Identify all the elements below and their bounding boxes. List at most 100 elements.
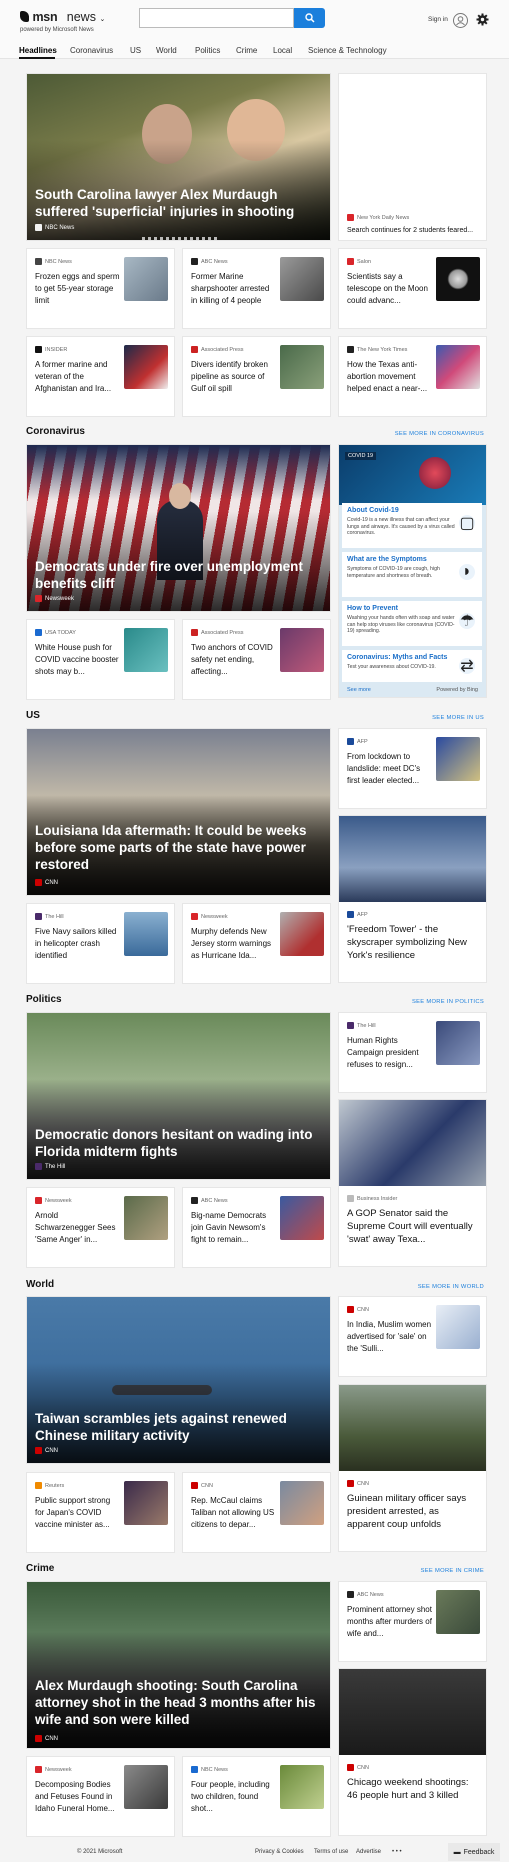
avatar-icon[interactable] (453, 13, 468, 28)
card-title[interactable]: Decomposing Bodies and Fetuses Found in … (35, 1779, 120, 1815)
card-title[interactable]: Five Navy sailors killed in helicopter c… (35, 926, 120, 962)
nav-coronavirus[interactable]: Coronavirus (70, 46, 113, 55)
see-more-world[interactable]: SEE MORE IN WORLD (380, 1284, 484, 1290)
hero-title[interactable]: South Carolina lawyer Alex Murdaugh suff… (35, 186, 322, 220)
world-side-card[interactable]: CNN Guinean military officer says presid… (338, 1384, 487, 1552)
news-card[interactable]: NBC News Frozen eggs and sperm to get 55… (26, 248, 175, 329)
card-title[interactable]: Two anchors of COVID safety net ending, … (191, 642, 276, 678)
hero-title[interactable]: Louisiana Ida aftermath: It could be wee… (35, 822, 322, 873)
search-button[interactable] (294, 8, 325, 28)
covid-row[interactable]: About Covid-19 Covid-19 is a new illness … (342, 503, 482, 548)
covid-row[interactable]: What are the Symptoms Symptoms of COVID-1… (342, 552, 482, 597)
news-card[interactable]: ABC News Prominent attorney shot months … (338, 1581, 487, 1662)
sign-in-link[interactable]: Sign in (428, 16, 448, 23)
card-title[interactable]: Search continues for 2 students feared..… (347, 227, 473, 234)
symptoms-icon: ◗ (459, 563, 475, 580)
source-icon (347, 1480, 354, 1487)
card-title[interactable]: Frozen eggs and sperm to get 55-year sto… (35, 271, 120, 307)
covid-see-more[interactable]: See more (347, 687, 371, 693)
search-input[interactable] (139, 8, 294, 28)
politics-side-card[interactable]: Business Insider A GOP Senator said the … (338, 1099, 487, 1267)
see-more-crime[interactable]: SEE MORE IN CRIME (390, 1568, 484, 1574)
card-title[interactable]: Former Marine sharpshooter arrested in k… (191, 271, 276, 307)
nav-us[interactable]: US (130, 46, 141, 55)
news-card[interactable]: Salon Scientists say a telescope on the … (338, 248, 487, 329)
card-title[interactable]: Human Rights Campaign president refuses … (347, 1035, 432, 1071)
nav-world[interactable]: World (156, 46, 177, 55)
us-hero-card[interactable]: Louisiana Ida aftermath: It could be wee… (26, 728, 331, 896)
source-icon (35, 258, 42, 265)
card-title[interactable]: A former marine and veteran of the Afgha… (35, 359, 120, 395)
card-title[interactable]: Big-name Democrats join Gavin Newsom's f… (191, 1210, 276, 1246)
hero-title[interactable]: Democratic donors hesitant on wading int… (35, 1126, 322, 1160)
news-card[interactable]: NBC News Four people, including two chil… (182, 1756, 331, 1837)
hero-title[interactable]: Taiwan scrambles jets against renewed Ch… (35, 1410, 322, 1444)
hero-title[interactable]: Democrats under fire over unemployment b… (35, 558, 322, 592)
news-card[interactable]: Newsweek Decomposing Bodies and Fetuses … (26, 1756, 175, 1837)
footer-more-button[interactable]: • • • (392, 1849, 402, 1855)
card-title[interactable]: 'Freedom Tower' - the skyscraper symboli… (347, 923, 479, 962)
news-card[interactable]: USA TODAY White House push for COVID vac… (26, 619, 175, 700)
see-more-coronavirus[interactable]: SEE MORE IN CORONAVIRUS (380, 431, 484, 437)
card-title[interactable]: How the Texas anti-abortion movement hel… (347, 359, 432, 395)
us-side-card[interactable]: AFP 'Freedom Tower' - the skyscraper sym… (338, 815, 487, 983)
covid-row[interactable]: How to Prevent Washing your hands often w… (342, 601, 482, 646)
see-more-us[interactable]: SEE MORE IN US (400, 715, 484, 721)
card-photo (339, 1100, 486, 1186)
crime-hero-card[interactable]: Alex Murdaugh shooting: South Carolina a… (26, 1581, 331, 1749)
news-card[interactable]: CNN Rep. McCaul claims Taliban not allow… (182, 1472, 331, 1553)
news-card[interactable]: The Hill Five Navy sailors killed in hel… (26, 903, 175, 984)
world-hero-card[interactable]: Taiwan scrambles jets against renewed Ch… (26, 1296, 331, 1464)
nav-local[interactable]: Local (273, 46, 292, 55)
footer-link-advertise[interactable]: Advertise (356, 1849, 381, 1855)
news-card[interactable]: CNN In India, Muslim women advertised fo… (338, 1296, 487, 1377)
news-card[interactable]: Newsweek Arnold Schwarzenegger Sees 'Sam… (26, 1187, 175, 1268)
chevron-down-icon[interactable]: ⌄ (99, 16, 105, 23)
nav-headlines[interactable]: Headlines (19, 46, 57, 55)
news-card[interactable]: ABC News Former Marine sharpshooter arre… (182, 248, 331, 329)
nav-politics[interactable]: Politics (195, 46, 220, 55)
news-card[interactable]: Newsweek Murphy defends New Jersey storm… (182, 903, 331, 984)
card-title[interactable]: Rep. McCaul claims Taliban not allowing … (191, 1495, 276, 1531)
crime-side-card[interactable]: CNN Chicago weekend shootings: 46 people… (338, 1668, 487, 1836)
headline-side-card[interactable]: New York Daily News Search continues for… (338, 73, 487, 241)
card-title[interactable]: Murphy defends New Jersey storm warnings… (191, 926, 276, 962)
news-card[interactable]: Associated Press Two anchors of COVID sa… (182, 619, 331, 700)
card-title[interactable]: In India, Muslim women advertised for 's… (347, 1319, 432, 1355)
footer-link-privacy[interactable]: Privacy & Cookies (255, 1849, 304, 1855)
card-title[interactable]: Prominent attorney shot months after mur… (347, 1604, 432, 1640)
coronavirus-hero-card[interactable]: Democrats under fire over unemployment b… (26, 444, 331, 612)
card-title[interactable]: Arnold Schwarzenegger Sees 'Same Anger' … (35, 1210, 120, 1246)
nav-science-technology[interactable]: Science & Technology (308, 46, 387, 55)
headline-hero-card[interactable]: South Carolina lawyer Alex Murdaugh suff… (26, 73, 331, 241)
nav-crime[interactable]: Crime (236, 46, 257, 55)
card-title[interactable]: From lockdown to landslide: meet DC's fi… (347, 751, 432, 787)
news-card[interactable]: The Hill Human Rights Campaign president… (338, 1012, 487, 1093)
news-card[interactable]: The New York Times How the Texas anti-ab… (338, 336, 487, 417)
feedback-button[interactable]: ▬ Feedback (448, 1843, 500, 1861)
card-title[interactable]: White House push for COVID vaccine boost… (35, 642, 120, 678)
hero-title[interactable]: Alex Murdaugh shooting: South Carolina a… (35, 1677, 322, 1728)
news-card[interactable]: ABC News Big-name Democrats join Gavin N… (182, 1187, 331, 1268)
footer-link-terms[interactable]: Terms of use (314, 1849, 348, 1855)
card-title[interactable]: Public support strong for Japan's COVID … (35, 1495, 120, 1531)
card-title[interactable]: Guinean military officer says president … (347, 1492, 479, 1531)
msn-logo[interactable]: msn news ⌄ powered by Microsoft News (20, 10, 105, 33)
butterfly-icon (20, 11, 29, 22)
source-icon (35, 1482, 42, 1489)
covid-row[interactable]: Coronavirus: Myths and Facts Test your aw… (342, 650, 482, 682)
politics-hero-card[interactable]: Democratic donors hesitant on wading int… (26, 1012, 331, 1180)
gear-icon[interactable] (476, 13, 489, 26)
news-card[interactable]: Associated Press Divers identify broken … (182, 336, 331, 417)
see-more-politics[interactable]: SEE MORE IN POLITICS (380, 999, 484, 1005)
card-title[interactable]: Divers identify broken pipeline as sourc… (191, 359, 276, 395)
card-title[interactable]: Scientists say a telescope on the Moon c… (347, 271, 432, 307)
card-title[interactable]: Four people, including two children, fou… (191, 1779, 276, 1815)
card-title[interactable]: Chicago weekend shootings: 46 people hur… (347, 1776, 479, 1802)
card-title[interactable]: A GOP Senator said the Supreme Court wil… (347, 1207, 482, 1246)
news-card[interactable]: INSIDER A former marine and veteran of t… (26, 336, 175, 417)
card-thumbnail (436, 345, 480, 389)
carousel-dots[interactable] (142, 237, 217, 240)
news-card[interactable]: Reuters Public support strong for Japan'… (26, 1472, 175, 1553)
news-card[interactable]: AFP From lockdown to landslide: meet DC'… (338, 728, 487, 809)
